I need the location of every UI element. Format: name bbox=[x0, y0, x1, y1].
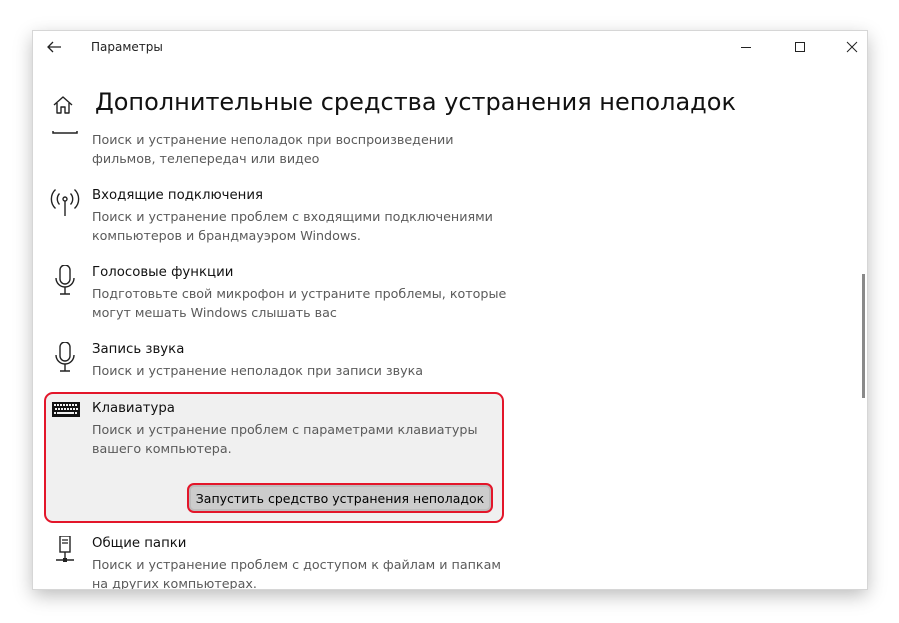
item-description-line: Поиск и устранение неполадок при записи … bbox=[92, 363, 424, 378]
window-title: Параметры bbox=[91, 40, 163, 54]
item-description-line: Поиск и устранение проблем с параметрами… bbox=[92, 422, 478, 437]
video-icon bbox=[47, 131, 83, 167]
item-description-line: Подготовьте свой микрофон и устраните пр… bbox=[92, 286, 507, 301]
maximize-icon bbox=[795, 42, 805, 52]
microphone-icon bbox=[47, 264, 83, 301]
item-title: Запись звука bbox=[92, 342, 185, 357]
troubleshooter-keyboard[interactable]: Клавиатура Поиск и устранение проблем с … bbox=[47, 401, 507, 461]
scrollbar[interactable] bbox=[862, 274, 865, 398]
close-button[interactable] bbox=[829, 35, 867, 59]
item-description-line: Поиск и устранение проблем с доступом к … bbox=[92, 557, 501, 572]
troubleshooter-recording-audio[interactable]: Запись звука Поиск и устранение неполадо… bbox=[47, 341, 507, 382]
item-title: Голосовые функции bbox=[92, 265, 234, 280]
home-icon[interactable] bbox=[52, 94, 74, 116]
maximize-button[interactable] bbox=[777, 35, 823, 59]
item-description-line: компьютеров и брандмауэром Windows. bbox=[92, 227, 361, 243]
item-description-line: на других компьютерах. bbox=[92, 575, 257, 590]
troubleshooter-video-playback[interactable]: Поиск и устранение неполадок при воспрои… bbox=[47, 131, 507, 171]
troubleshooter-speech[interactable]: Голосовые функции Подготовьте свой микро… bbox=[47, 264, 507, 323]
item-title: Общие папки bbox=[92, 536, 187, 551]
item-description-line: могут мешать Windows слышать вас bbox=[92, 304, 337, 320]
minimize-button[interactable] bbox=[723, 35, 769, 59]
run-troubleshooter-button[interactable]: Запустить средство устранения неполадок bbox=[187, 483, 493, 513]
title-bar: Параметры bbox=[33, 31, 867, 63]
troubleshooter-incoming-connections[interactable]: Входящие подключения Поиск и устранение … bbox=[47, 188, 507, 246]
settings-window: Параметры Дополнительные средства устран… bbox=[33, 31, 867, 589]
item-title: Входящие подключения bbox=[92, 188, 264, 203]
item-description-line: фильмов, телепередач или видео bbox=[92, 150, 320, 166]
network-share-icon bbox=[47, 535, 83, 572]
minimize-icon bbox=[741, 47, 751, 48]
troubleshooter-shared-folders[interactable]: Общие папки Поиск и устранение проблем с… bbox=[47, 535, 507, 589]
item-description-line: Поиск и устранение неполадок при воспрои… bbox=[92, 132, 454, 147]
page-title: Дополнительные средства устранения непол… bbox=[95, 88, 736, 116]
item-description-line: Поиск и устранение проблем с входящими п… bbox=[92, 209, 493, 224]
antenna-icon bbox=[47, 188, 83, 224]
close-icon bbox=[846, 41, 858, 53]
item-title: Клавиатура bbox=[92, 401, 175, 416]
microphone-icon bbox=[47, 341, 83, 378]
item-description-line: вашего компьютера. bbox=[92, 440, 232, 456]
keyboard-icon bbox=[47, 401, 83, 437]
back-arrow-icon[interactable] bbox=[45, 39, 63, 55]
